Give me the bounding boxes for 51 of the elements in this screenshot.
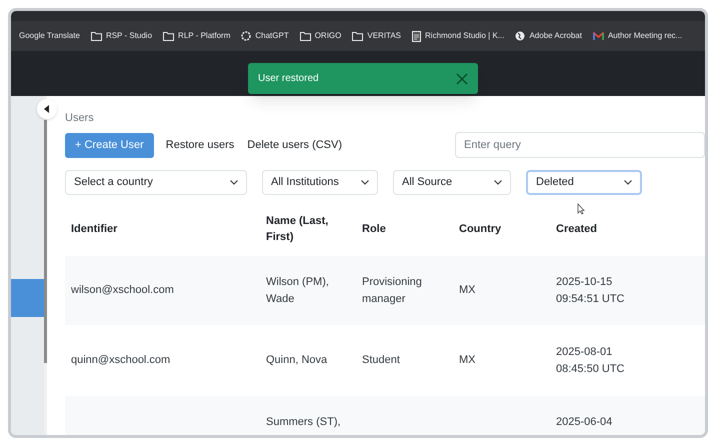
bookmark[interactable]: Google Translate bbox=[19, 30, 80, 42]
chevron-down-icon bbox=[361, 180, 369, 185]
mail-icon bbox=[592, 32, 604, 40]
column-header: Identifier bbox=[71, 222, 118, 237]
mouse-cursor-icon bbox=[577, 203, 585, 215]
table-cell-text: Wilson (PM), Wade bbox=[266, 274, 330, 306]
folder-icon bbox=[90, 32, 102, 40]
table-cell-text: wilson@xschool.com bbox=[71, 283, 175, 298]
action-link[interactable]: Delete users (CSV) bbox=[242, 132, 348, 158]
column-header: Name (Last, First) bbox=[266, 214, 330, 245]
table-cell-text: Quinn, Nova bbox=[266, 353, 328, 368]
column-header: Role bbox=[362, 222, 387, 237]
close-button[interactable] bbox=[456, 72, 468, 84]
filter-dropdown[interactable]: All Source bbox=[393, 170, 511, 195]
breadcrumb[interactable]: Users bbox=[65, 110, 705, 126]
table-row[interactable]: wilson@xschool.com Wilson (PM), Wade Provisioning manager MX 2025-10-15 09:54:51 UTC bbox=[65, 255, 705, 325]
table-cell-text: 2025-06-04 bbox=[556, 415, 614, 430]
table-cell-text: MX bbox=[459, 283, 476, 298]
bookmark[interactable]: VERITAS bbox=[352, 30, 402, 42]
action-link[interactable]: Restore users bbox=[160, 132, 240, 158]
filter-dropdown[interactable]: Select a country bbox=[65, 170, 247, 195]
table-cell-text: MX bbox=[459, 353, 476, 368]
folder-icon bbox=[352, 32, 364, 40]
bookmark[interactable]: RLP - Platform bbox=[163, 30, 230, 42]
document-icon bbox=[412, 30, 422, 42]
chevron-down-icon bbox=[624, 180, 632, 185]
folder-icon bbox=[300, 32, 311, 40]
table-cell-text: quinn@xschool.com bbox=[71, 353, 172, 368]
bookmark[interactable]: Richmond Studio | K... bbox=[412, 30, 504, 42]
table-row[interactable]: Summers (ST), 2025-06-04 bbox=[65, 395, 705, 435]
folder-icon bbox=[163, 32, 174, 40]
bookmark[interactable]: Author Meeting rec... bbox=[592, 30, 682, 42]
scrollbar[interactable] bbox=[44, 120, 48, 363]
chevron-down-icon bbox=[494, 180, 502, 185]
bookmark[interactable]: Adobe Acrobat bbox=[515, 30, 582, 42]
collapse-button[interactable] bbox=[37, 99, 57, 119]
column-header: Created bbox=[556, 222, 598, 237]
bookmark[interactable]: ORIGO bbox=[300, 30, 342, 42]
toast-message: User restored bbox=[258, 72, 319, 86]
table-cell-text: Provisioning manager bbox=[362, 274, 423, 306]
bookmark[interactable]: ChatGPT bbox=[241, 30, 289, 42]
filter-dropdown[interactable]: Deleted bbox=[526, 170, 642, 195]
filter-dropdown[interactable]: All Institutions bbox=[262, 170, 378, 195]
bookmark[interactable]: RSP - Studio bbox=[90, 30, 152, 42]
table-cell-text: Student bbox=[362, 353, 401, 368]
column-header: Country bbox=[459, 222, 502, 237]
chevron-down-icon bbox=[230, 180, 238, 185]
table-cell-text: 2025-10-15 09:54:51 UTC bbox=[556, 274, 626, 306]
search-field[interactable]: Enter query bbox=[455, 132, 705, 158]
table-cell-text: 2025-08-01 08:45:50 UTC bbox=[556, 344, 626, 376]
table-cell-text: Summers (ST), bbox=[266, 415, 342, 430]
